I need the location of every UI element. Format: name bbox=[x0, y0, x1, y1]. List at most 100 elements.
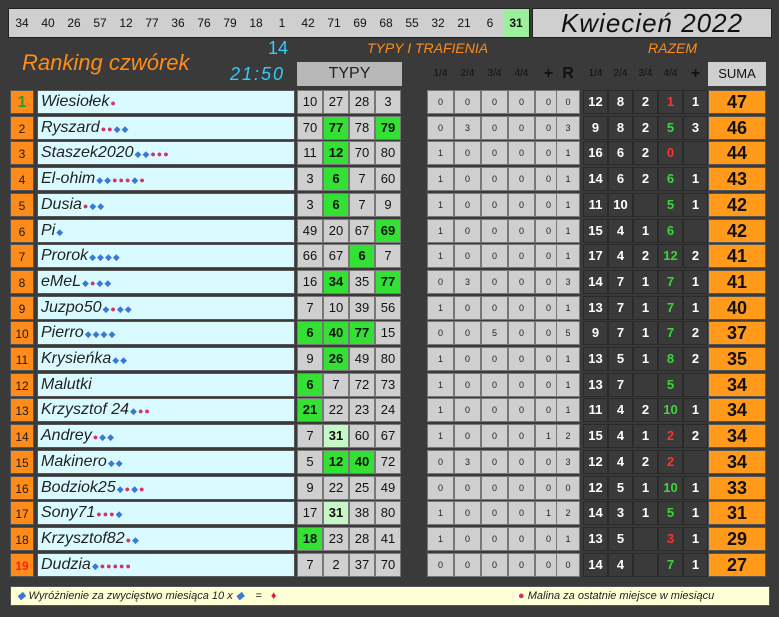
stat-cell: 0 bbox=[508, 372, 535, 397]
table-row: 9 Juzpo50◆●◆◆ 7 10 39 56 1 0 0 0 0 1 13 7 1 7 1 40 bbox=[10, 295, 770, 320]
player-name: Dusia bbox=[41, 195, 82, 213]
player-name: Makinero bbox=[41, 452, 107, 470]
table-row: 3 Staszek2020◆◆●●● 11 12 70 80 1 0 0 0 0 1 16 6 2 0 44 bbox=[10, 141, 770, 166]
player-name-cell: Krzysztof 24◆●● bbox=[37, 398, 295, 423]
stat-col-header: R bbox=[562, 65, 574, 82]
razem-cell: 13 bbox=[583, 295, 608, 320]
stat-cell: 0 bbox=[481, 526, 508, 551]
stat-cell: 3 bbox=[556, 269, 580, 294]
typ-cell: 24 bbox=[375, 398, 401, 423]
diamond-icon: ◆ bbox=[104, 252, 112, 263]
typ-cell: 31 bbox=[323, 501, 349, 526]
stat-cell: 0 bbox=[481, 501, 508, 526]
suma-cell: 29 bbox=[708, 526, 766, 551]
diamond-icon: ◆ bbox=[134, 149, 142, 160]
suma-cell: 41 bbox=[708, 269, 766, 294]
rank-cell: 11 bbox=[10, 347, 34, 371]
player-name-cell: Bodziok25◆●◆● bbox=[37, 475, 295, 500]
razem-cell: 10 bbox=[658, 475, 683, 500]
footer-eq: = bbox=[255, 590, 262, 602]
table-row: 7 Prorok◆◆◆◆ 66 67 6 7 1 0 0 0 0 1 17 4 2 12 2 41 bbox=[10, 244, 770, 269]
raspberry-icon: ● bbox=[102, 509, 109, 520]
drawn-number: 76 bbox=[197, 16, 211, 30]
razem-cell: 2 bbox=[633, 244, 658, 269]
typ-cell: 28 bbox=[349, 90, 375, 114]
raspberry-icon: ● bbox=[110, 303, 116, 314]
diamond-icon: ◆ bbox=[104, 175, 112, 186]
drawn-number: 31 bbox=[503, 9, 529, 37]
typ-cell: 25 bbox=[349, 475, 375, 500]
stat-cell: 0 bbox=[481, 424, 508, 449]
typ-cell: 6 bbox=[297, 372, 323, 397]
razem-cell: 2 bbox=[683, 321, 708, 346]
stat-cell: 0 bbox=[454, 295, 481, 320]
stat-cell: 0 bbox=[508, 90, 535, 114]
player-name: Malutki bbox=[41, 375, 92, 393]
player-name-cell: Dusia●◆◆ bbox=[37, 192, 295, 217]
typ-cell: 70 bbox=[297, 115, 323, 140]
razem-cell: 7 bbox=[658, 552, 683, 577]
diamond-icon: ◆ bbox=[102, 303, 110, 314]
player-name: Dudzia bbox=[41, 555, 91, 573]
typ-cell: 66 bbox=[297, 244, 323, 269]
typ-cell: 21 bbox=[297, 398, 323, 423]
stat-cell: 0 bbox=[508, 501, 535, 526]
raspberry-icon: ● bbox=[100, 123, 107, 134]
rank-cell: 19 bbox=[10, 552, 34, 577]
stat-cell: 2 bbox=[556, 424, 580, 449]
typ-cell: 73 bbox=[375, 372, 401, 397]
player-name-cell: Krysieńka◆◆ bbox=[37, 347, 295, 371]
diamond-icon: ◆ bbox=[82, 277, 89, 288]
typ-cell: 20 bbox=[323, 218, 349, 243]
typ-cell: 77 bbox=[375, 269, 401, 294]
typ-cell: 7 bbox=[349, 192, 375, 217]
section-typy-trafienia: TYPY I TRAFIENIA bbox=[367, 40, 489, 56]
razem-cell: 5 bbox=[658, 501, 683, 526]
stat-cell: 0 bbox=[481, 218, 508, 243]
stat-cell: 0 bbox=[508, 115, 535, 140]
stat-cell: 0 bbox=[481, 244, 508, 269]
stat-col-header: 3/4 bbox=[487, 68, 502, 79]
razem-cell: 2 bbox=[633, 449, 658, 474]
razem-cell bbox=[633, 552, 658, 577]
table-row: 12 Malutki 6 7 72 73 1 0 0 0 0 1 13 7 5 34 bbox=[10, 372, 770, 397]
stat-cell: 0 bbox=[481, 398, 508, 423]
razem-cell: 1 bbox=[683, 526, 708, 551]
typ-cell: 22 bbox=[323, 475, 349, 500]
razem-cell: 1 bbox=[683, 552, 708, 577]
razem-cell: 17 bbox=[583, 244, 608, 269]
razem-cell: 15 bbox=[583, 424, 608, 449]
razem-cell: 1 bbox=[683, 295, 708, 320]
typ-cell: 6 bbox=[323, 167, 349, 192]
stat-cell: 0 bbox=[508, 424, 535, 449]
razem-cell: 14 bbox=[583, 552, 608, 577]
diamond-icon: ◆ bbox=[104, 277, 112, 288]
razem-cell: 6 bbox=[658, 167, 683, 192]
stat-cell: 0 bbox=[454, 90, 481, 114]
stat-cell: 0 bbox=[454, 372, 481, 397]
razem-cell: 1 bbox=[683, 475, 708, 500]
stat-cell: 1 bbox=[427, 141, 454, 166]
typ-cell: 12 bbox=[323, 141, 349, 166]
razem-cell: 2 bbox=[683, 244, 708, 269]
razem-cell: 7 bbox=[608, 295, 633, 320]
razem-cell: 5 bbox=[658, 192, 683, 217]
stat-cell: 0 bbox=[481, 475, 508, 500]
typ-cell: 79 bbox=[375, 115, 401, 140]
diamond-icon: ◆ bbox=[115, 457, 123, 468]
razem-cell: 1 bbox=[683, 167, 708, 192]
raspberry-icon: ● bbox=[110, 98, 116, 108]
razem-cell: 2 bbox=[633, 115, 658, 140]
player-name: Bodziok25 bbox=[41, 478, 116, 496]
table-row: 11 Krysieńka◆◆ 9 26 49 80 1 0 0 0 0 1 13 5 1 8 2 35 bbox=[10, 347, 770, 371]
rank-cell: 15 bbox=[10, 449, 34, 474]
player-name: Pierro bbox=[41, 324, 84, 342]
round-number: 14 bbox=[268, 38, 289, 58]
typ-cell: 22 bbox=[323, 398, 349, 423]
typ-cell: 9 bbox=[297, 347, 323, 371]
stat-cell: 0 bbox=[481, 192, 508, 217]
razem-cell: 2 bbox=[658, 449, 683, 474]
typ-cell: 7 bbox=[375, 244, 401, 269]
diamond-icon: ◆ bbox=[131, 175, 139, 186]
stat-cell: 1 bbox=[556, 526, 580, 551]
